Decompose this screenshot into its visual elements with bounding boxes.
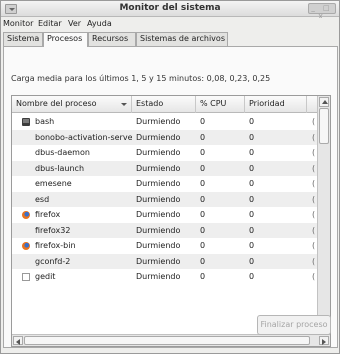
system-monitor-window: Monitor del sistema _ □ X Monitor Editar… (0, 0, 340, 354)
process-priority: 0 (249, 210, 255, 219)
scroll-right-button[interactable] (319, 336, 329, 345)
load-average-label: Carga media para los últimos 1, 5 y 15 m… (11, 74, 271, 83)
window-title: Monitor del sistema (119, 3, 221, 13)
sort-descending-icon (121, 103, 127, 106)
scroll-left-button[interactable] (13, 336, 23, 345)
arrow-left-icon (16, 339, 20, 345)
process-priority: 0 (249, 241, 255, 250)
menu-ayuda[interactable]: Ayuda (87, 19, 112, 28)
table-row[interactable]: gedit Durmiendo 0 0 ( (12, 269, 318, 285)
process-state: Durmiendo (136, 225, 181, 235)
process-state: Durmiendo (136, 272, 181, 281)
process-state: Durmiendo (136, 256, 181, 266)
process-name: gconfd-2 (35, 256, 71, 266)
process-cpu: 0 (200, 241, 206, 250)
process-rows: bash Durmiendo 0 0 ( bonobo-activation-s… (12, 114, 318, 285)
table-row[interactable]: firefox32 Durmiendo 0 0 ( (12, 222, 318, 238)
process-cpu: 0 (200, 117, 206, 126)
process-state: Durmiendo (136, 132, 181, 142)
end-process-button[interactable]: Finalizar proceso (257, 315, 331, 335)
process-name: emesene (35, 179, 72, 188)
arrow-right-icon (322, 339, 326, 345)
column-header-priority[interactable]: Prioridad (245, 96, 307, 113)
table-row[interactable]: dbus-daemon Durmiendo 0 0 ( (12, 145, 318, 161)
process-state: Durmiendo (136, 163, 181, 173)
process-cpu: 0 (200, 256, 206, 266)
arrow-up-icon (322, 100, 328, 104)
table-row[interactable]: firefox Durmiendo 0 0 ( (12, 207, 318, 223)
table-row[interactable]: firefox-bin Durmiendo 0 0 ( (12, 238, 318, 254)
process-name: firefox32 (35, 225, 71, 235)
process-name: dbus-launch (35, 163, 85, 173)
process-cpu: 0 (200, 148, 206, 157)
process-cpu: 0 (200, 179, 206, 188)
vertical-scrollbar[interactable] (317, 96, 330, 335)
process-cpu: 0 (200, 225, 206, 235)
process-name: esd (35, 194, 50, 204)
process-cpu: 0 (200, 132, 206, 142)
tab-sistema[interactable]: Sistema (3, 32, 43, 46)
process-priority: 0 (249, 272, 255, 281)
process-state: Durmiendo (136, 148, 181, 157)
process-state: Durmiendo (136, 179, 181, 188)
process-cpu: 0 (200, 210, 206, 219)
column-header-state[interactable]: Estado (132, 96, 196, 113)
process-priority: 0 (249, 132, 255, 142)
process-priority: 0 (249, 148, 255, 157)
process-table: Nombre del proceso Estado % CPU Priorida… (11, 95, 331, 347)
processes-panel: Carga media para los últimos 1, 5 y 15 m… (3, 46, 338, 348)
tab-procesos[interactable]: Procesos (43, 32, 88, 47)
process-priority: 0 (249, 117, 255, 126)
horizontal-scroll-thumb[interactable] (24, 336, 310, 345)
window-controls[interactable]: _ □ X (308, 3, 336, 21)
process-priority: 0 (249, 163, 255, 173)
horizontal-scrollbar[interactable] (12, 334, 330, 346)
tab-sistemas-de-archivos[interactable]: Sistemas de archivos (136, 32, 228, 46)
column-header-cpu[interactable]: % CPU (196, 96, 245, 113)
process-cpu: 0 (200, 163, 206, 173)
process-priority: 0 (249, 179, 255, 188)
column-name-label: Nombre del proceso (16, 99, 97, 108)
table-row[interactable]: bonobo-activation-server Durmiendo 0 0 ( (12, 129, 318, 145)
process-state: Durmiendo (136, 194, 181, 204)
process-name: bash (35, 117, 55, 126)
title-bar: Monitor del sistema _ □ X (1, 1, 339, 21)
process-cpu: 0 (200, 194, 206, 204)
process-name: dbus-daemon (35, 148, 90, 157)
menu-monitor[interactable]: Monitor (3, 19, 33, 28)
menu-ver[interactable]: Ver (68, 19, 81, 28)
process-name: bonobo-activation-server (35, 132, 132, 142)
tab-recursos[interactable]: Recursos (88, 32, 136, 46)
column-header-name[interactable]: Nombre del proceso (12, 96, 132, 113)
process-cpu: 0 (200, 272, 206, 281)
vertical-scroll-thumb[interactable] (319, 108, 329, 144)
table-row[interactable]: bash Durmiendo 0 0 ( (12, 114, 318, 130)
menu-editar[interactable]: Editar (38, 19, 62, 28)
menu-bar: Monitor Editar Ver Ayuda (1, 18, 339, 31)
process-name: firefox-bin (35, 241, 76, 250)
table-row[interactable]: emesene Durmiendo 0 0 ( (12, 176, 318, 192)
table-row[interactable]: dbus-launch Durmiendo 0 0 ( (12, 160, 318, 176)
process-priority: 0 (249, 194, 255, 204)
scroll-up-button[interactable] (319, 97, 329, 107)
process-state: Durmiendo (136, 210, 181, 219)
process-state: Durmiendo (136, 117, 181, 126)
process-state: Durmiendo (136, 241, 181, 250)
table-header: Nombre del proceso Estado % CPU Priorida… (12, 96, 318, 113)
process-name: gedit (35, 272, 56, 281)
table-row[interactable]: esd Durmiendo 0 0 ( (12, 191, 318, 207)
process-name: firefox (35, 210, 61, 219)
process-priority: 0 (249, 256, 255, 266)
table-row[interactable]: gconfd-2 Durmiendo 0 0 ( (12, 253, 318, 269)
process-priority: 0 (249, 225, 255, 235)
